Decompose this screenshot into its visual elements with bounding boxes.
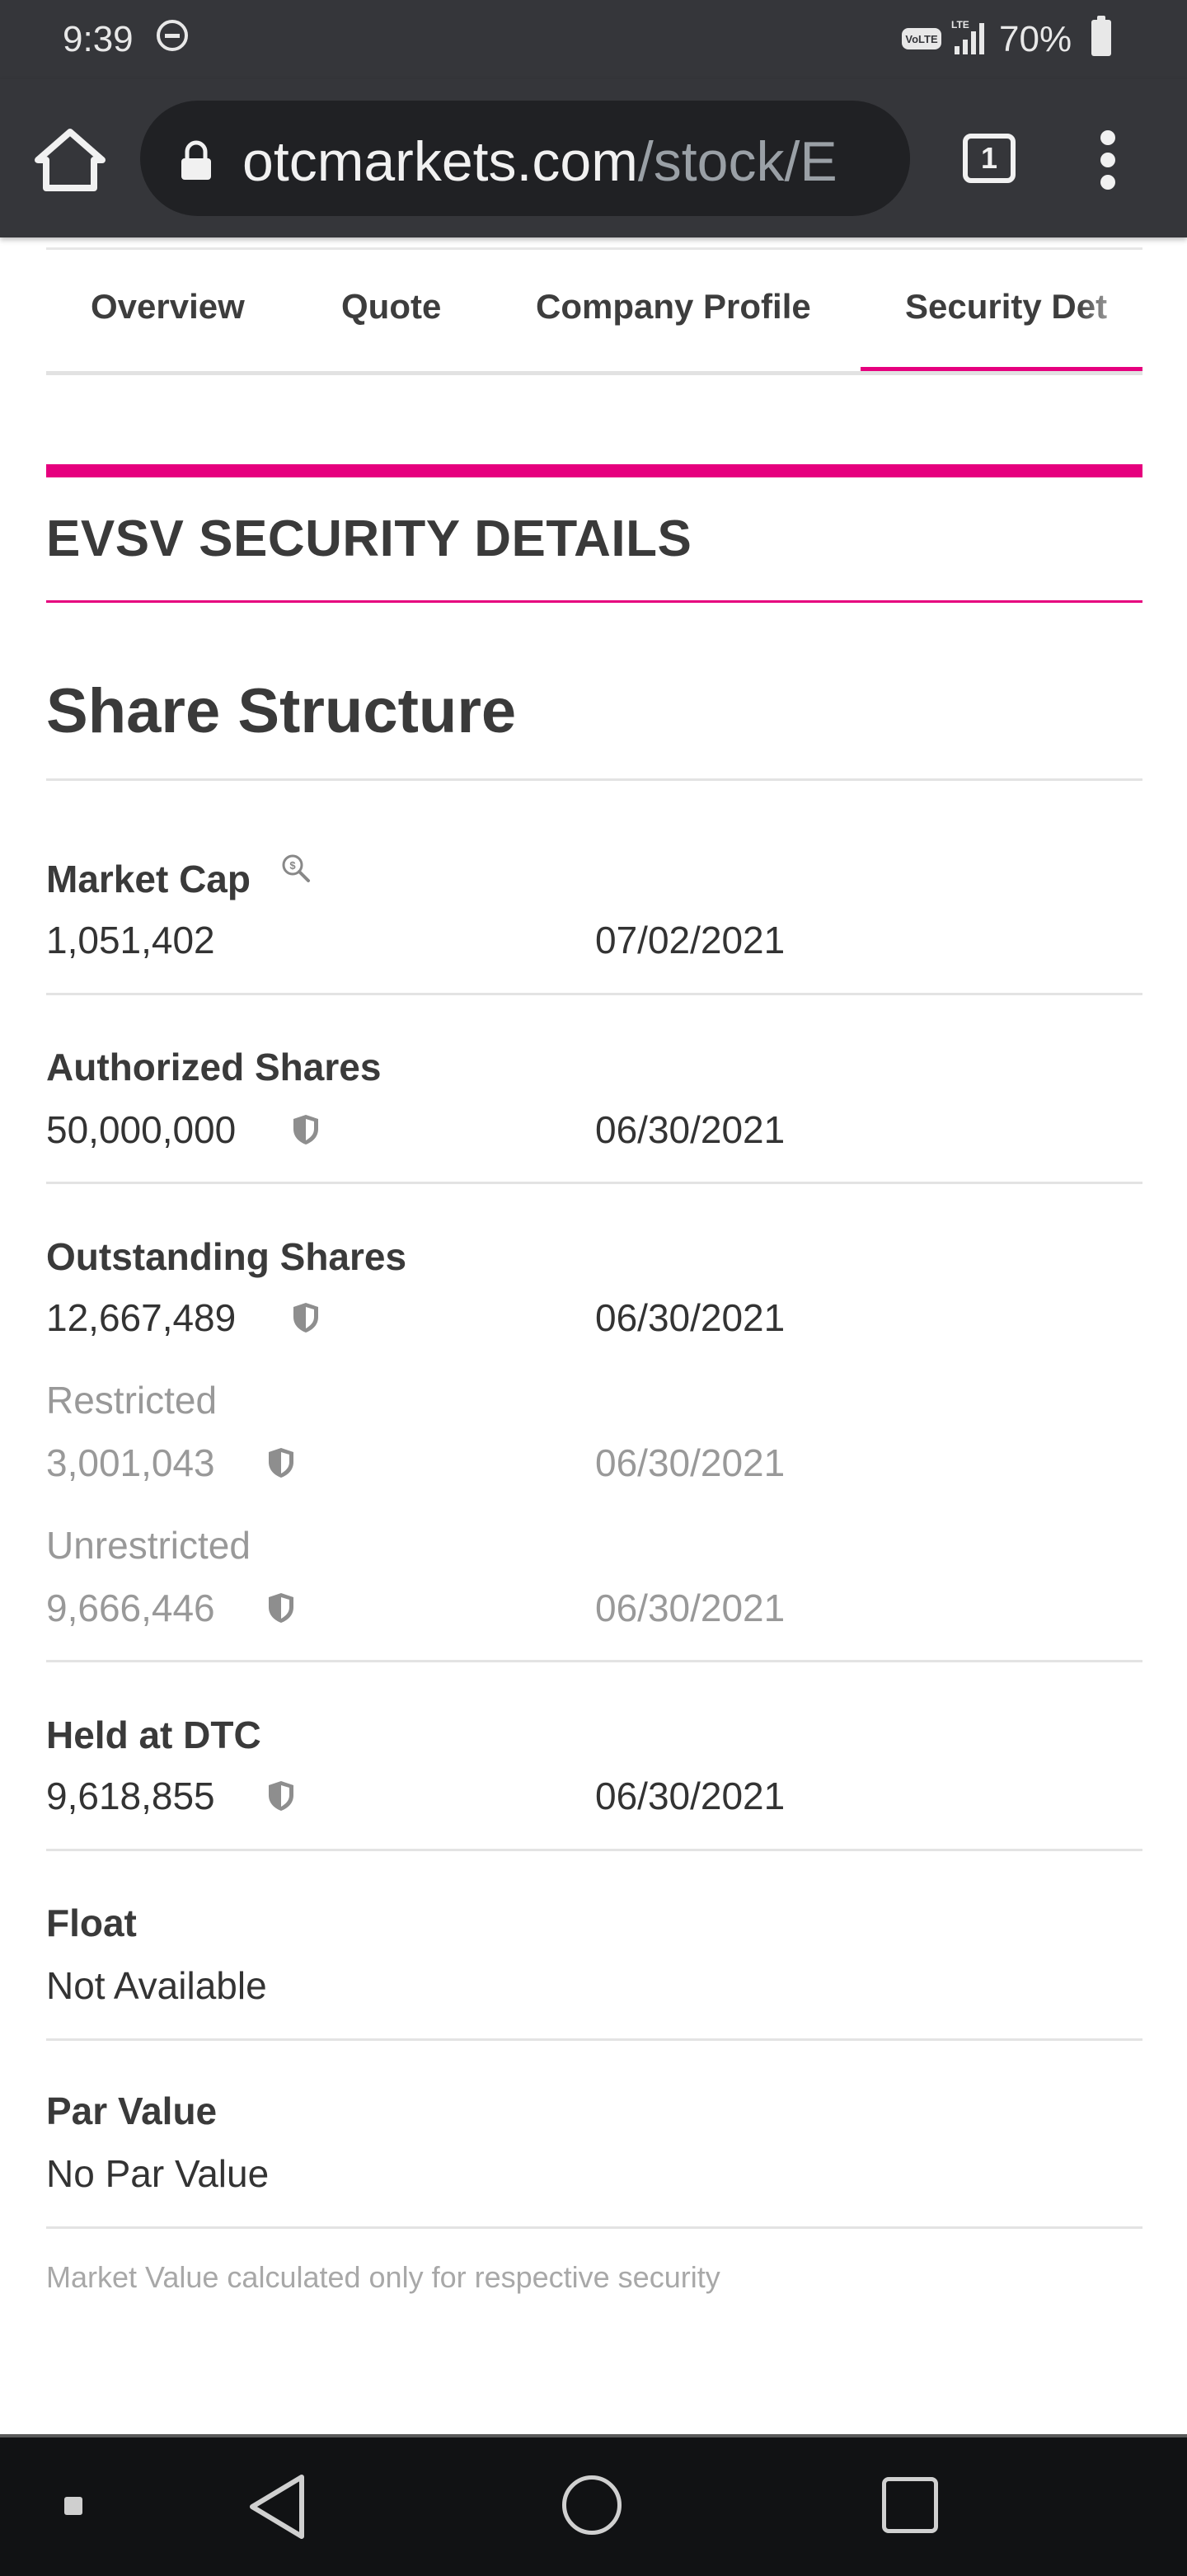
- lte-signal-icon: LTE: [951, 19, 984, 54]
- tab-company-profile[interactable]: Company Profile: [536, 285, 811, 328]
- status-bar: 9:39 VoLTE LTE 70%: [0, 0, 1187, 79]
- authorized-shares-label: Authorized Shares: [46, 1046, 382, 1088]
- lock-icon: [181, 140, 211, 180]
- market-cap-date: 07/02/2021: [595, 919, 786, 961]
- held-at-dtc-label: Held at DTC: [46, 1713, 261, 1756]
- url-text: otcmarkets.com/stock/E: [242, 130, 837, 193]
- section-divider: [46, 600, 1142, 603]
- restricted-value: 3,001,043: [46, 1441, 215, 1484]
- active-tab-indicator: [861, 367, 1142, 371]
- verified-shield-icon[interactable]: [292, 1301, 320, 1334]
- battery-icon: [1091, 16, 1111, 56]
- held-at-dtc-value: 9,618,855: [46, 1775, 215, 1817]
- outstanding-shares-date: 06/30/2021: [595, 1296, 786, 1339]
- authorized-shares-value: 50,000,000: [46, 1108, 237, 1151]
- home-nav-icon[interactable]: [562, 2475, 622, 2535]
- svg-text:LTE: LTE: [951, 19, 969, 31]
- section-accent-bar: [46, 464, 1142, 477]
- divider: [46, 1660, 1142, 1662]
- unrestricted-label: Unrestricted: [46, 1524, 251, 1567]
- restricted-date: 06/30/2021: [595, 1441, 786, 1484]
- float-label: Float: [46, 1901, 137, 1944]
- restricted-label: Restricted: [46, 1379, 218, 1422]
- tab-fade: [1077, 256, 1142, 363]
- svg-text:VoLTE: VoLTE: [905, 33, 938, 45]
- divider: [46, 993, 1142, 995]
- verified-shield-icon[interactable]: [267, 1779, 295, 1812]
- url-fade: [877, 101, 910, 216]
- divider: [46, 778, 1142, 781]
- status-time: 9:39: [63, 19, 134, 59]
- divider: [46, 1849, 1142, 1851]
- divider: [46, 2038, 1142, 2041]
- security-tabs: Overview Quote Company Profile Security …: [46, 247, 1142, 375]
- nav-indicator-icon: [64, 2497, 82, 2515]
- tab-switcher-icon[interactable]: 1: [963, 134, 1016, 183]
- verified-shield-icon[interactable]: [267, 1446, 295, 1479]
- market-value-info-icon[interactable]: $: [280, 853, 312, 884]
- more-options-icon[interactable]: [1093, 130, 1123, 190]
- svg-text:$: $: [289, 859, 296, 872]
- footnote: Market Value calculated only for respect…: [46, 2260, 720, 2294]
- url-path: /stock/E: [637, 130, 837, 193]
- back-icon[interactable]: [244, 2470, 310, 2543]
- held-at-dtc-date: 06/30/2021: [595, 1775, 786, 1817]
- system-navigation-bar: [0, 2434, 1187, 2576]
- unrestricted-date: 06/30/2021: [595, 1586, 786, 1629]
- par-value-value: No Par Value: [46, 2152, 270, 2195]
- share-structure-heading: Share Structure: [46, 676, 517, 746]
- market-cap-value: 1,051,402: [46, 919, 215, 961]
- recent-apps-icon[interactable]: [882, 2477, 938, 2533]
- home-icon[interactable]: [33, 127, 107, 193]
- divider: [46, 2226, 1142, 2229]
- do-not-disturb-icon: [157, 20, 188, 51]
- outstanding-shares-label: Outstanding Shares: [46, 1235, 407, 1278]
- outstanding-shares-value: 12,667,489: [46, 1296, 237, 1339]
- verified-shield-icon[interactable]: [267, 1591, 295, 1624]
- browser-toolbar: otcmarkets.com/stock/E 1: [0, 79, 1187, 237]
- verified-shield-icon[interactable]: [292, 1113, 320, 1146]
- authorized-shares-date: 06/30/2021: [595, 1108, 786, 1151]
- unrestricted-value: 9,666,446: [46, 1586, 215, 1629]
- par-value-label: Par Value: [46, 2089, 218, 2132]
- tab-overview[interactable]: Overview: [91, 285, 245, 328]
- section-title: EVSV SECURITY DETAILS: [46, 510, 692, 567]
- market-cap-label: Market Cap: [46, 858, 251, 900]
- url-host: otcmarkets.com: [242, 130, 638, 193]
- float-value: Not Available: [46, 1964, 267, 2007]
- address-bar[interactable]: otcmarkets.com/stock/E: [140, 101, 910, 216]
- divider: [46, 1182, 1142, 1184]
- tab-quote[interactable]: Quote: [341, 285, 441, 328]
- battery-percent: 70%: [999, 19, 1072, 59]
- volte-icon: VoLTE: [902, 28, 941, 49]
